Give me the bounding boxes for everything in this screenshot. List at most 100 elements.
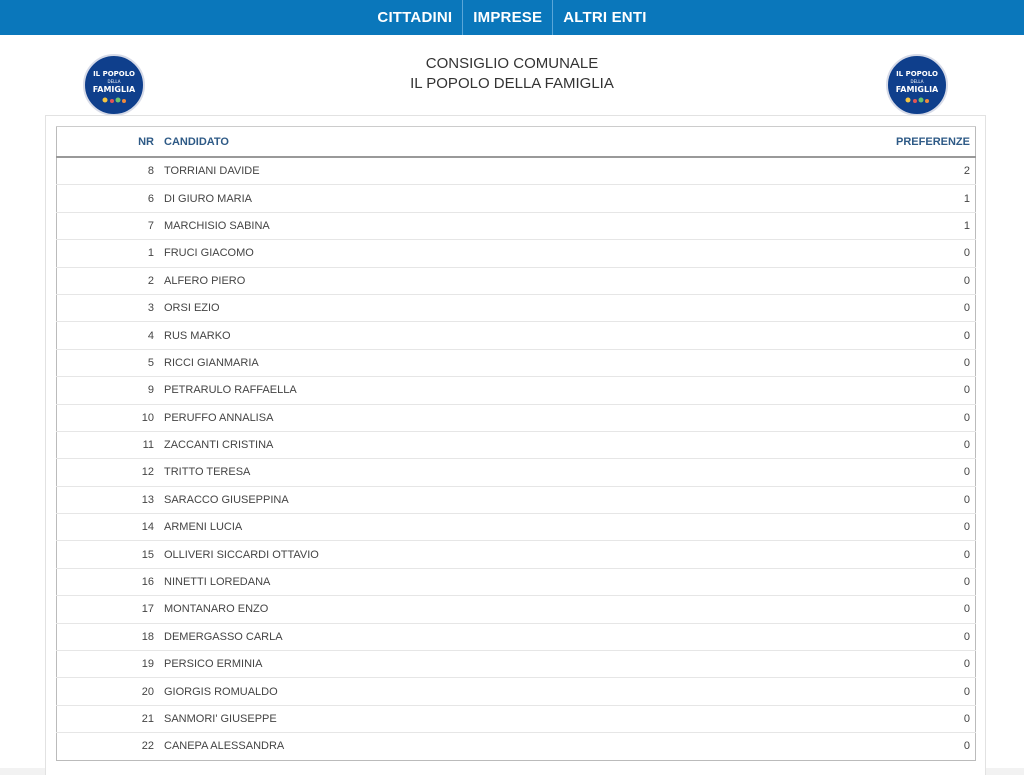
- table-row: 15 OLLIVERI SICCARDI OTTAVIO 0: [56, 540, 976, 569]
- cell-candidate: PERSICO ERMINIA: [162, 650, 700, 678]
- cell-preferences: 0: [699, 732, 976, 761]
- table-row: 22 CANEPA ALESSANDRA 0: [56, 732, 976, 761]
- cell-nr: 11: [56, 430, 162, 459]
- cell-candidate: TORRIANI DAVIDE: [164, 165, 260, 178]
- party-logo-right: IL POPOLO DELLA FAMIGLIA: [886, 54, 948, 116]
- cell-preferences: 0: [699, 403, 976, 432]
- svg-text:DELLA: DELLA: [911, 79, 924, 84]
- column-header-nr[interactable]: NR: [56, 126, 162, 158]
- table-row: 17 MONTANARO ENZO 0: [56, 595, 976, 624]
- cell-candidate: MONTANARO ENZO: [162, 595, 700, 624]
- cell-preferences: 0: [699, 348, 976, 377]
- cell-candidate: TRITTO TERESA: [162, 458, 700, 487]
- cell-preferences: 0: [699, 540, 976, 569]
- page-header: IL POPOLO DELLA FAMIGLIA CONSIGLIO COMUN…: [0, 35, 1024, 116]
- cell-preferences: 0: [699, 293, 976, 322]
- cell-candidate: NINETTI LOREDANA: [162, 567, 700, 596]
- cell-nr: 15: [56, 540, 162, 569]
- table-row: 6 DI GIURO MARIA 1: [56, 184, 976, 213]
- table-row: 11 ZACCANTI CRISTINA 0: [56, 430, 976, 459]
- cell-nr: 6: [56, 184, 162, 213]
- table-body: 8 TORRIANI DAVIDE 2 6 DI GIURO MARIA 1 7 MARCHI…: [56, 157, 976, 761]
- cell-nr: 10: [56, 403, 162, 432]
- cell-candidate: PETRARULO RAFFAELLA: [162, 376, 700, 405]
- page-titles: CONSIGLIO COMUNALE IL POPOLO DELLA FAMIG…: [0, 54, 1024, 94]
- cell-nr: 21: [56, 704, 162, 733]
- table-row: 21 SANMORI' GIUSEPPE 0: [56, 704, 976, 733]
- cell-nr: 1: [56, 239, 162, 268]
- cell-preferences: 0: [699, 266, 976, 295]
- table-row: 20 GIORGIS ROMUALDO 0: [56, 677, 976, 706]
- results-card: NR CANDIDATO PREFERENZE 8 TORRIANI DAVIDE…: [45, 115, 986, 775]
- cell-candidate: DEMERGASSO CARLA: [162, 622, 700, 651]
- cell-preferences: 0: [699, 567, 976, 596]
- table-row: 8 TORRIANI DAVIDE 2: [57, 157, 976, 185]
- cell-candidate: FRUCI GIACOMO: [162, 239, 700, 268]
- cell-candidate: PERUFFO ANNALISA: [162, 403, 700, 432]
- table-row: 13 SARACCO GIUSEPPINA 0: [56, 485, 976, 514]
- cell-candidate: MARCHISIO SABINA: [162, 211, 700, 240]
- cell-preferences: 0: [699, 704, 976, 733]
- nav-altri-enti[interactable]: ALTRI ENTI: [553, 0, 656, 35]
- cell-nr: 18: [56, 622, 162, 651]
- cell-candidate: ZACCANTI CRISTINA: [162, 430, 700, 459]
- column-header-preferences[interactable]: PREFERENZE: [699, 126, 976, 158]
- cell-candidate: CANEPA ALESSANDRA: [162, 732, 700, 761]
- cell-nr: 8: [147, 165, 154, 178]
- cell-preferences: 0: [699, 239, 976, 268]
- cell-nr: 14: [56, 513, 162, 541]
- cell-nr: 22: [56, 732, 162, 761]
- table-row: 3 ORSI EZIO 0: [56, 293, 976, 322]
- cell-nr: 17: [56, 595, 162, 624]
- table-row: 16 NINETTI LOREDANA 0: [56, 567, 976, 596]
- table-row: 9 PETRARULO RAFFAELLA 0: [56, 376, 976, 405]
- table-row: 4 RUS MARKO 0: [56, 321, 976, 350]
- cell-candidate: ARMENI LUCIA: [162, 513, 700, 541]
- page-content: IL POPOLO DELLA FAMIGLIA CONSIGLIO COMUN…: [0, 35, 1024, 775]
- svg-text:FAMIGLIA: FAMIGLIA: [896, 85, 939, 94]
- cell-candidate: SARACCO GIUSEPPINA: [162, 485, 700, 514]
- column-header-candidate[interactable]: CANDIDATO: [162, 126, 700, 158]
- table-header-row: NR CANDIDATO PREFERENZE: [56, 126, 976, 158]
- title-consiglio: CONSIGLIO COMUNALE: [425, 55, 599, 72]
- cell-nr: 20: [56, 677, 162, 706]
- cell-candidate: SANMORI' GIUSEPPE: [162, 704, 700, 733]
- cell-candidate: RICCI GIANMARIA: [162, 348, 700, 377]
- cell-preferences: 0: [699, 485, 976, 514]
- cell-preferences: 0: [699, 622, 976, 651]
- table-row: 18 DEMERGASSO CARLA 0: [56, 622, 976, 651]
- cell-preferences: 0: [699, 458, 976, 487]
- cell-candidate: ALFERO PIERO: [162, 266, 700, 295]
- cell-candidate: OLLIVERI SICCARDI OTTAVIO: [162, 540, 700, 569]
- cell-preferences: 1: [699, 184, 976, 213]
- table-row: 12 TRITTO TERESA 0: [56, 458, 976, 487]
- top-navigation: CITTADINI IMPRESE ALTRI ENTI: [0, 0, 1024, 35]
- cell-nr: 12: [56, 458, 162, 487]
- cell-nr: 5: [56, 348, 162, 377]
- table-row: 10 PERUFFO ANNALISA 0: [56, 403, 976, 432]
- cell-preferences: 0: [699, 430, 976, 459]
- table-row: 2 ALFERO PIERO 0: [56, 266, 976, 295]
- cell-nr: 16: [56, 567, 162, 596]
- cell-preferences: 0: [699, 513, 976, 541]
- cell-nr: 3: [56, 293, 162, 322]
- cell-preferences: 0: [699, 321, 976, 350]
- nav-cittadini[interactable]: CITTADINI: [367, 0, 462, 35]
- table-row: 14 ARMENI LUCIA 0: [56, 513, 976, 541]
- svg-text:IL POPOLO: IL POPOLO: [896, 70, 938, 78]
- cell-preferences: 0: [699, 595, 976, 624]
- cell-preferences: 1: [699, 211, 976, 240]
- nav-imprese[interactable]: IMPRESE: [463, 0, 552, 35]
- cell-nr: 9: [56, 376, 162, 405]
- cell-candidate: RUS MARKO: [162, 321, 700, 350]
- cell-preferences: 0: [699, 376, 976, 405]
- cell-nr: 19: [56, 650, 162, 678]
- cell-nr: 4: [56, 321, 162, 350]
- cell-nr: 2: [56, 266, 162, 295]
- cell-nr: 13: [56, 485, 162, 514]
- family-logo-icon: IL POPOLO DELLA FAMIGLIA: [889, 57, 945, 113]
- cell-preferences: 0: [699, 677, 976, 706]
- cell-candidate: ORSI EZIO: [162, 293, 700, 322]
- table-row: 7 MARCHISIO SABINA 1: [56, 211, 976, 240]
- table-row: 5 RICCI GIANMARIA 0: [56, 348, 976, 377]
